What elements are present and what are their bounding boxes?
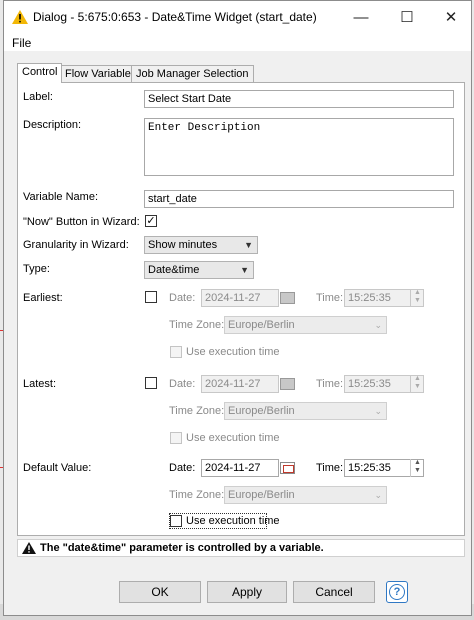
help-icon: ? <box>389 584 405 600</box>
earliest-date-label: Date: <box>169 292 196 304</box>
default-use-execution-time-label: Use execution time <box>186 515 280 527</box>
latest-label: Latest: <box>23 378 57 390</box>
chevron-down-icon: ⌄ <box>374 320 382 330</box>
earliest-time-label: Time: <box>316 292 344 304</box>
earliest-label: Earliest: <box>23 292 63 304</box>
default-date-label: Date: <box>169 462 196 474</box>
variable-name-label: Variable Name: <box>23 191 98 203</box>
latest-time-spinner[interactable]: ▲ ▼ <box>410 375 424 393</box>
latest-timezone-select[interactable]: Europe/Berlin ⌄ <box>224 402 387 420</box>
earliest-timezone-label: Time Zone: <box>169 319 225 331</box>
granularity-select[interactable]: Show minutes ▼ <box>144 236 258 254</box>
granularity-label: Granularity in Wizard: <box>23 239 129 251</box>
earliest-use-execution-time-checkbox[interactable] <box>170 346 182 358</box>
default-use-execution-time-checkbox[interactable] <box>170 515 182 527</box>
status-message: The "date&time" parameter is controlled … <box>40 542 324 554</box>
earliest-use-execution-time-label: Use execution time <box>186 346 280 358</box>
apply-button[interactable]: Apply <box>207 581 287 603</box>
earliest-timezone-value: Europe/Berlin <box>228 319 295 331</box>
variable-name-field[interactable]: start_date <box>144 190 454 208</box>
window-title: Dialog - 5:675:0:653 - Date&Time Widget … <box>33 10 317 24</box>
latest-date-field[interactable]: 2024-11-27 <box>201 375 279 393</box>
default-value-label: Default Value: <box>23 462 92 474</box>
control-panel: Label: Select Start Date Description: En… <box>17 82 465 536</box>
tab-flow-variables[interactable]: Flow Variables <box>60 65 142 82</box>
close-icon: ✕ <box>444 9 458 26</box>
type-value: Date&time <box>148 264 200 276</box>
calendar-icon[interactable] <box>280 462 295 474</box>
warning-icon <box>22 542 36 554</box>
maximize-button[interactable]: ☐ <box>385 1 429 33</box>
latest-date-label: Date: <box>169 378 196 390</box>
calendar-icon[interactable] <box>280 292 295 304</box>
chevron-down-icon: ⌄ <box>374 490 382 500</box>
earliest-checkbox[interactable] <box>145 291 157 303</box>
help-button[interactable]: ? <box>386 581 408 603</box>
description-label: Description: <box>23 119 82 131</box>
chevron-down-icon: ⌄ <box>374 406 382 416</box>
close-button[interactable]: ✕ <box>429 1 473 33</box>
latest-time-label: Time: <box>316 378 344 390</box>
ok-button[interactable]: OK <box>119 581 201 603</box>
chevron-down-icon: ▼ <box>244 240 253 250</box>
minimize-icon: — <box>353 8 369 26</box>
maximize-icon: ☐ <box>400 9 414 26</box>
calendar-icon[interactable] <box>280 378 295 390</box>
label-label: Label: <box>23 91 53 103</box>
latest-timezone-value: Europe/Berlin <box>228 405 295 417</box>
menu-bar: File <box>4 33 471 51</box>
default-timezone-label: Time Zone: <box>169 489 225 501</box>
type-select[interactable]: Date&time ▼ <box>144 261 254 279</box>
earliest-date-field[interactable]: 2024-11-27 <box>201 289 279 307</box>
earliest-timezone-select[interactable]: Europe/Berlin ⌄ <box>224 316 387 334</box>
tab-control[interactable]: Control <box>17 63 63 83</box>
tab-job-manager-selection[interactable]: Job Manager Selection <box>131 65 254 82</box>
warning-icon <box>12 10 28 24</box>
granularity-value: Show minutes <box>148 239 218 251</box>
default-time-label: Time: <box>316 462 344 474</box>
description-field[interactable]: Enter Description <box>144 118 454 176</box>
default-timezone-value: Europe/Berlin <box>228 489 295 501</box>
now-button-checkbox[interactable]: ✓ <box>145 215 157 227</box>
type-label: Type: <box>23 263 50 275</box>
latest-use-execution-time-label: Use execution time <box>186 432 280 444</box>
menu-file[interactable]: File <box>12 36 31 50</box>
now-button-label: "Now" Button in Wizard: <box>23 216 140 228</box>
default-timezone-select[interactable]: Europe/Berlin ⌄ <box>224 486 387 504</box>
cancel-button[interactable]: Cancel <box>293 581 375 603</box>
earliest-time-spinner[interactable]: ▲ ▼ <box>410 289 424 307</box>
default-time-spinner[interactable]: ▲ ▼ <box>410 459 424 477</box>
latest-timezone-label: Time Zone: <box>169 405 225 417</box>
latest-use-execution-time-checkbox[interactable] <box>170 432 182 444</box>
latest-checkbox[interactable] <box>145 377 157 389</box>
dialog-window: Dialog - 5:675:0:653 - Date&Time Widget … <box>3 0 472 616</box>
label-field[interactable]: Select Start Date <box>144 90 454 108</box>
status-bar: The "date&time" parameter is controlled … <box>17 539 465 557</box>
default-date-field[interactable]: 2024-11-27 <box>201 459 279 477</box>
minimize-button[interactable]: — <box>339 1 383 33</box>
chevron-down-icon: ▼ <box>240 265 249 275</box>
title-bar: Dialog - 5:675:0:653 - Date&Time Widget … <box>4 1 471 33</box>
